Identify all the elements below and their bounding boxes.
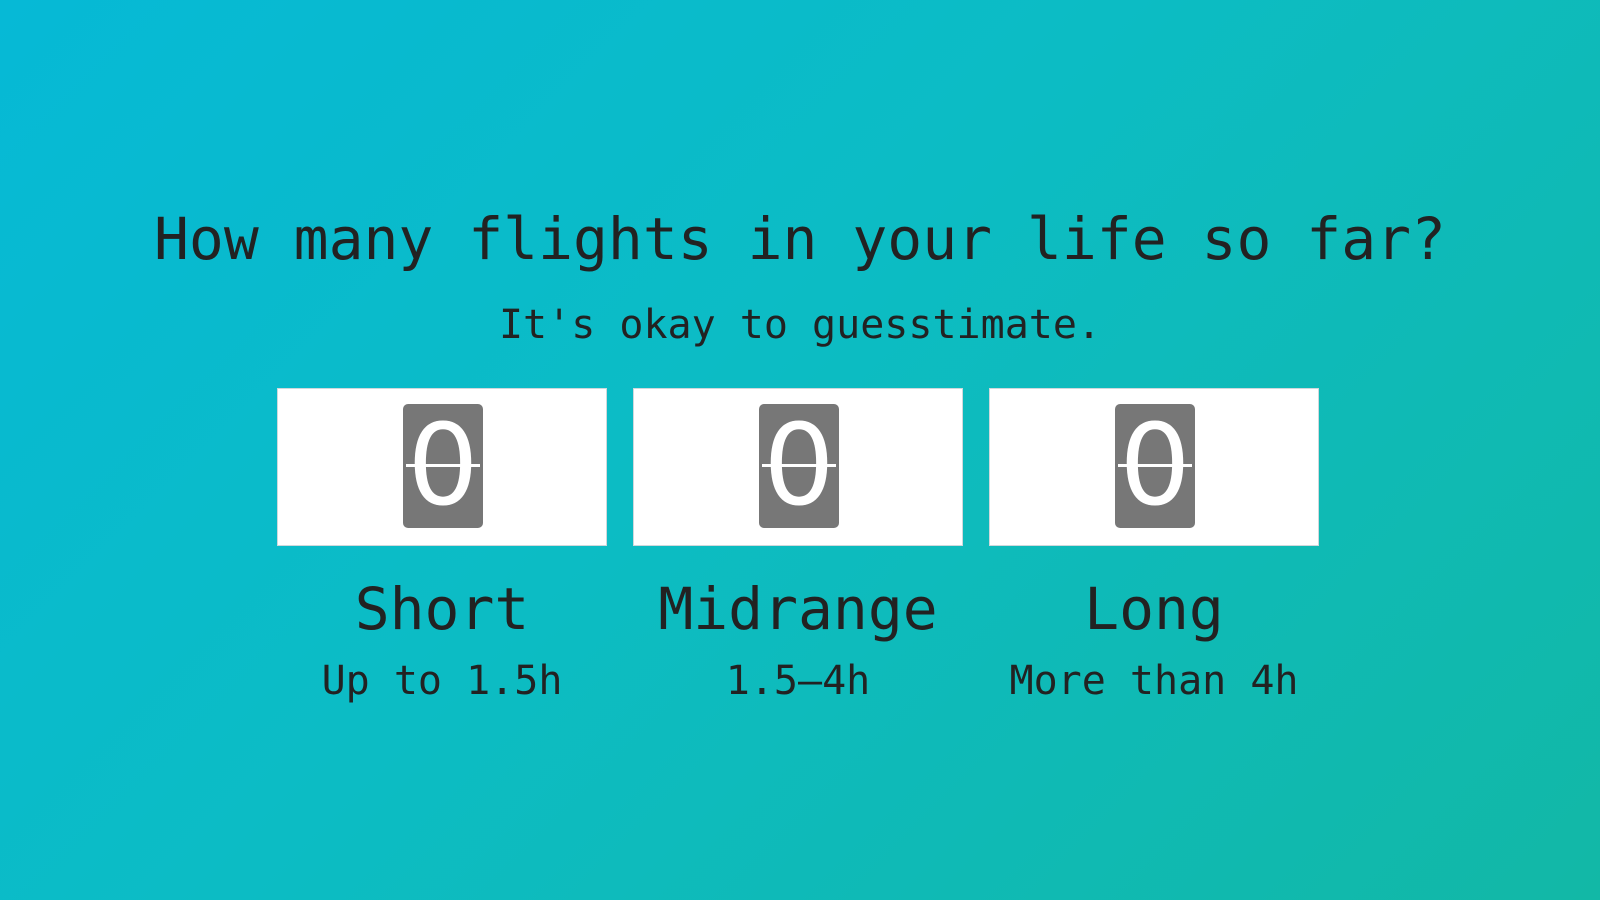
- survey-screen: How many flights in your life so far? It…: [0, 0, 1600, 900]
- counter-midrange-card[interactable]: 0: [633, 388, 963, 546]
- counter-long-label: Long: [1084, 575, 1224, 643]
- counter-midrange-label: Midrange: [658, 575, 938, 643]
- counter-short-label: Short: [354, 575, 530, 643]
- flip-hinge-left: [1115, 464, 1118, 467]
- counter-short-card[interactable]: 0: [277, 388, 607, 546]
- counter-short: 0 Short Up to 1.5h: [277, 388, 607, 706]
- counter-midrange-flip-digit[interactable]: 0: [759, 404, 839, 528]
- counter-short-flip-digit[interactable]: 0: [403, 404, 483, 528]
- counter-long-flip-digit[interactable]: 0: [1115, 404, 1195, 528]
- flip-split-line: [759, 464, 839, 467]
- flight-counters: 0 Short Up to 1.5h 0 Midrange 1.5–4h 0 L…: [277, 388, 1323, 728]
- flip-hinge-right: [1192, 464, 1195, 467]
- flip-hinge-left: [759, 464, 762, 467]
- counter-short-range: Up to 1.5h: [321, 658, 563, 704]
- counter-long-card[interactable]: 0: [989, 388, 1319, 546]
- counter-midrange-range: 1.5–4h: [725, 658, 871, 704]
- counter-long-range: More than 4h: [1009, 658, 1299, 704]
- question-title: How many flights in your life so far?: [153, 205, 1446, 273]
- question-subtitle: It's okay to guesstimate.: [498, 302, 1102, 348]
- counter-long: 0 Long More than 4h: [989, 388, 1319, 706]
- flip-split-line: [1115, 464, 1195, 467]
- flip-split-line: [403, 464, 483, 467]
- counter-midrange: 0 Midrange 1.5–4h: [633, 388, 963, 706]
- flip-hinge-right: [480, 464, 483, 467]
- flip-hinge-right: [836, 464, 839, 467]
- flip-hinge-left: [403, 464, 406, 467]
